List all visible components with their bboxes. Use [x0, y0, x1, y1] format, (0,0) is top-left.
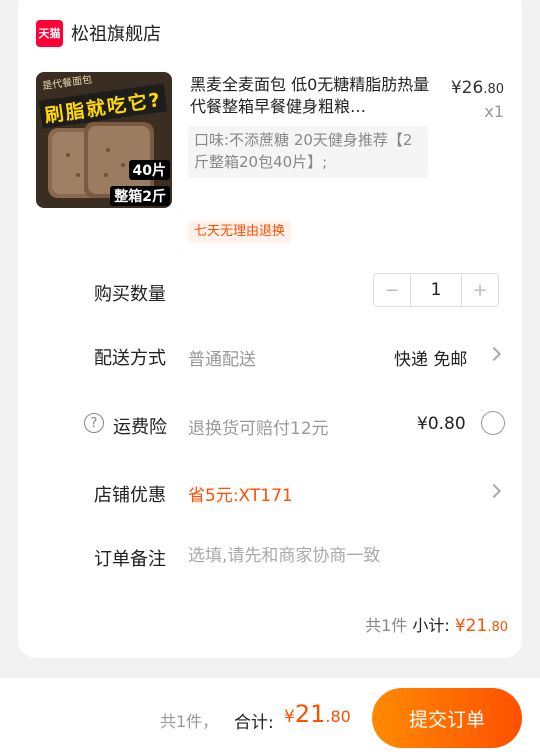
- insurance-radio[interactable]: [481, 411, 505, 435]
- price-int: 26: [461, 78, 484, 98]
- footer-count: 共1件，: [160, 712, 219, 731]
- subtotal-count: 共1件: [365, 616, 408, 635]
- increase-button[interactable]: +: [462, 274, 498, 306]
- subtotal-symbol: ¥: [454, 616, 466, 636]
- store-header[interactable]: 天猫 松祖旗舰店: [36, 18, 161, 48]
- discount-label: 店铺优惠: [94, 485, 166, 506]
- note-label: 订单备注: [94, 549, 166, 570]
- total-amount: ¥21.80: [284, 700, 351, 728]
- return-policy-badge: 七天无理由退换: [188, 221, 292, 243]
- image-count-tag: 40片: [128, 160, 170, 180]
- product-image[interactable]: 是代餐面包 刷脂就吃它? 40片 整箱2斤: [36, 72, 172, 208]
- insurance-desc: 退换货可赔付12元: [188, 419, 329, 439]
- total-label: 合计:: [234, 713, 274, 733]
- quantity-label: 购买数量: [94, 284, 166, 305]
- tmall-logo-icon: 天猫: [36, 19, 63, 47]
- image-box-tag: 整箱2斤: [110, 186, 170, 206]
- insurance-price: ¥0.80: [417, 414, 466, 434]
- insurance-label: 运费险: [113, 417, 167, 438]
- subtotal-int: 21: [465, 616, 488, 636]
- product-title[interactable]: 黑麦全麦面包 低0无糖精脂肪热量代餐整箱早餐健身粗粮…: [190, 74, 430, 118]
- decrease-button[interactable]: −: [374, 274, 410, 306]
- subtotal-label: 小计:: [412, 616, 450, 635]
- submit-order-button[interactable]: 提交订单: [372, 688, 522, 748]
- checkout-bar: 共1件， 合计: ¥21.80 提交订单: [0, 678, 540, 755]
- total-symbol: ¥: [284, 707, 295, 727]
- image-topline-text: 是代餐面包: [41, 74, 93, 93]
- total-int: 21: [294, 700, 326, 728]
- subtotal-amount: ¥21.80: [455, 616, 508, 636]
- total-dec: .80: [325, 707, 351, 726]
- delivery-label: 配送方式: [94, 348, 166, 369]
- product-price: ¥26.80: [451, 78, 504, 98]
- subtotal: 共1件 小计: ¥21.80: [365, 612, 508, 636]
- product-quantity: x1: [484, 102, 504, 121]
- price-symbol: ¥: [450, 78, 462, 98]
- help-icon[interactable]: ?: [84, 413, 104, 433]
- delivery-value[interactable]: 快递 免邮: [394, 345, 467, 370]
- quantity-value[interactable]: 1: [410, 274, 462, 306]
- quantity-stepper: − 1 +: [373, 273, 499, 307]
- store-name: 松祖旗舰店: [71, 24, 161, 45]
- coupon-text[interactable]: 省5元:XT171: [188, 481, 293, 506]
- subtotal-dec: .80: [487, 620, 508, 635]
- price-dec: .80: [483, 82, 504, 97]
- order-note-input[interactable]: [188, 542, 488, 570]
- product-spec[interactable]: 口味:不添蔗糖 20天健身推荐【2斤整箱20包40片】;: [188, 126, 428, 178]
- delivery-type: 普通配送: [188, 350, 256, 370]
